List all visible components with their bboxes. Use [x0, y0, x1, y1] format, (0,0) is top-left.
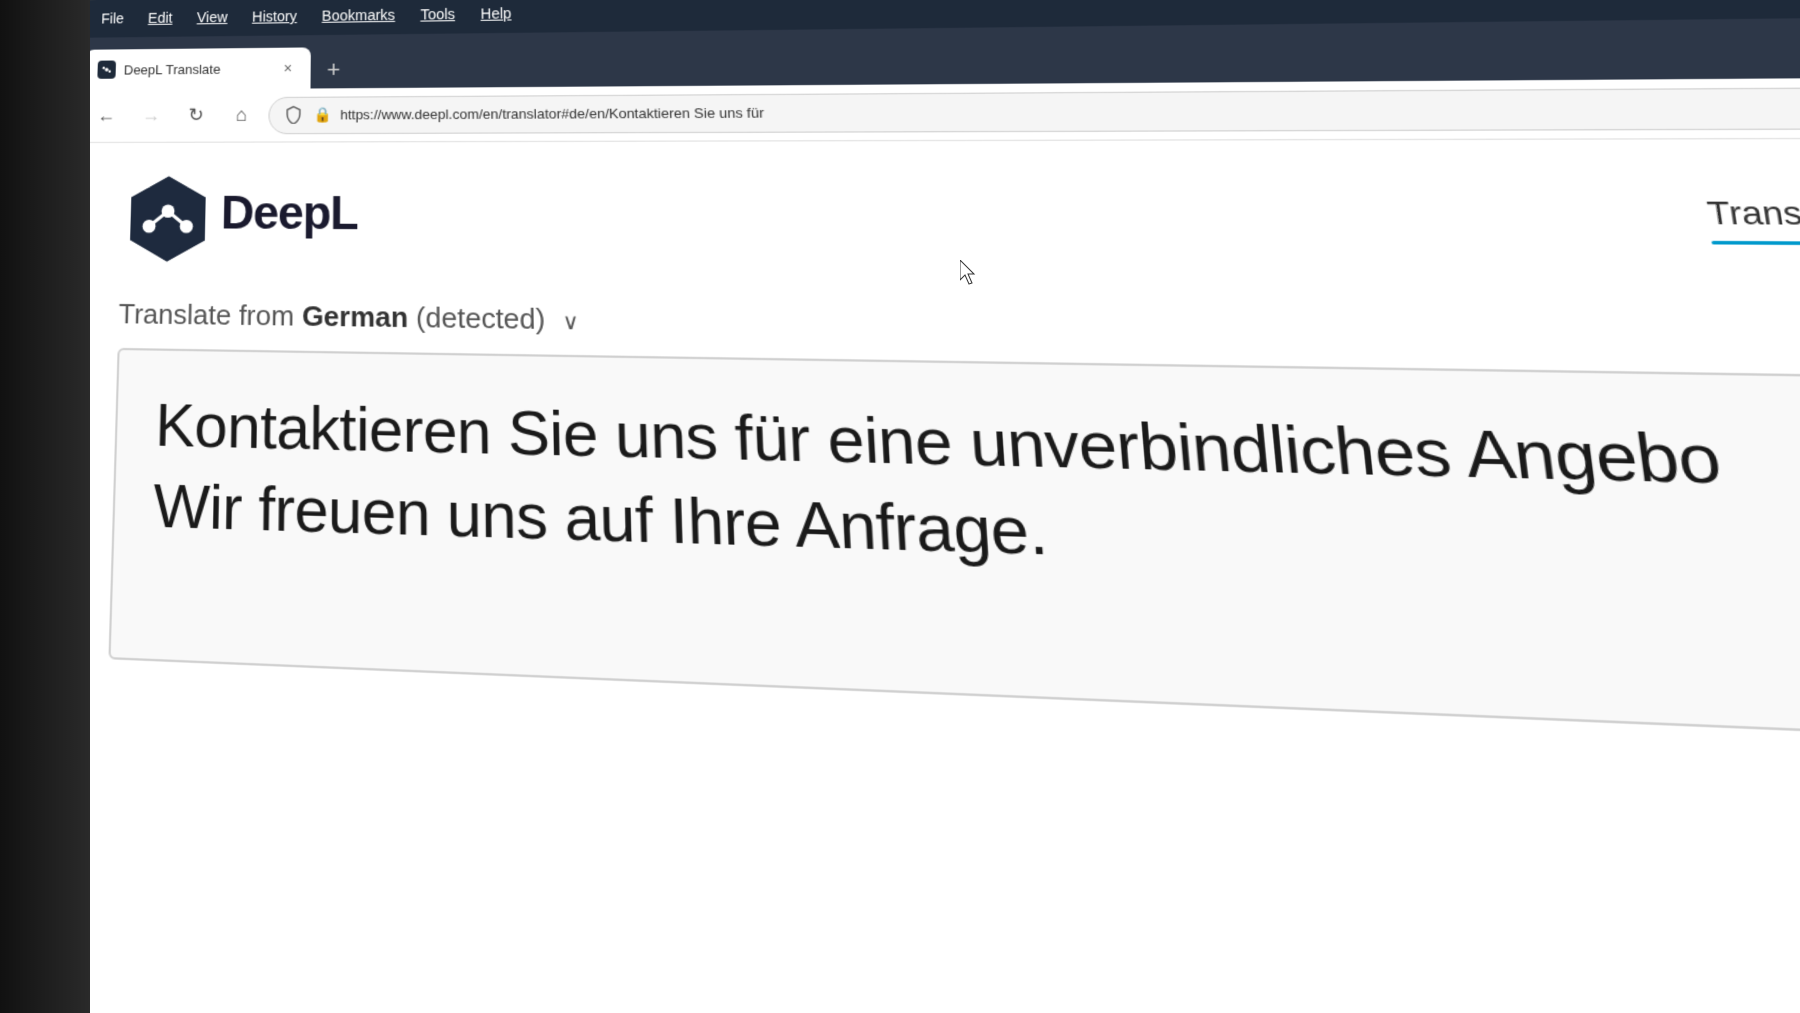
deepl-header: DeepL Translator Linguee	[70, 138, 1800, 295]
forward-icon: →	[141, 105, 160, 127]
source-text-input[interactable]: Kontaktieren Sie uns für eine unverbindl…	[108, 348, 1800, 747]
tab-label: DeepL Translate	[124, 61, 270, 77]
menu-edit[interactable]: Edit	[138, 5, 183, 30]
back-icon: ←	[97, 105, 116, 126]
screen-wrapper: File Edit View History Bookmarks Tools H…	[0, 0, 1800, 1013]
deepl-hexagon-logo	[120, 172, 205, 256]
source-language: German	[302, 300, 408, 334]
translation-area: Translate from German (detected) ∨ Konta…	[56, 276, 1800, 777]
menu-view[interactable]: View	[186, 5, 238, 30]
menu-file[interactable]: File	[91, 6, 134, 31]
detected-label: (detected)	[408, 301, 545, 336]
new-tab-button[interactable]: +	[315, 51, 353, 88]
shield-icon	[284, 105, 305, 126]
browser-tab-deepl[interactable]: DeepL Translate ×	[85, 47, 311, 90]
refresh-icon: ↻	[188, 105, 204, 127]
translate-from-prefix: Translate from	[118, 298, 302, 333]
home-button[interactable]: ⌂	[222, 97, 260, 134]
menu-help[interactable]: Help	[470, 1, 523, 26]
deepl-nav-tabs: Translator Linguee	[1626, 194, 1800, 246]
browser-window: File Edit View History Bookmarks Tools H…	[40, 0, 1800, 1013]
lock-icon: 🔒	[313, 106, 331, 124]
tab-favicon	[97, 60, 116, 78]
deepl-logo-container: DeepL	[120, 172, 358, 257]
refresh-button[interactable]: ↻	[177, 97, 215, 134]
page-content: DeepL Translator Linguee Translate from …	[40, 138, 1800, 1013]
menu-bookmarks[interactable]: Bookmarks	[311, 2, 405, 28]
home-icon: ⌂	[236, 104, 248, 126]
language-dropdown-chevron[interactable]: ∨	[562, 308, 579, 336]
forward-button[interactable]: →	[132, 97, 170, 134]
back-button[interactable]: ←	[87, 97, 125, 134]
menu-tools[interactable]: Tools	[410, 2, 466, 27]
translate-from-label: Translate from German (detected) ∨	[118, 298, 1800, 359]
address-text: https://www.deepl.com/en/translator#de/e…	[340, 98, 1800, 123]
menu-history[interactable]: History	[242, 4, 308, 29]
deepl-brand-name: DeepL	[221, 187, 358, 240]
tab-close-button[interactable]: ×	[277, 58, 298, 79]
tab-translator[interactable]: Translator	[1705, 195, 1800, 246]
address-bar[interactable]: 🔒 https://www.deepl.com/en/translator#de…	[268, 85, 1800, 133]
